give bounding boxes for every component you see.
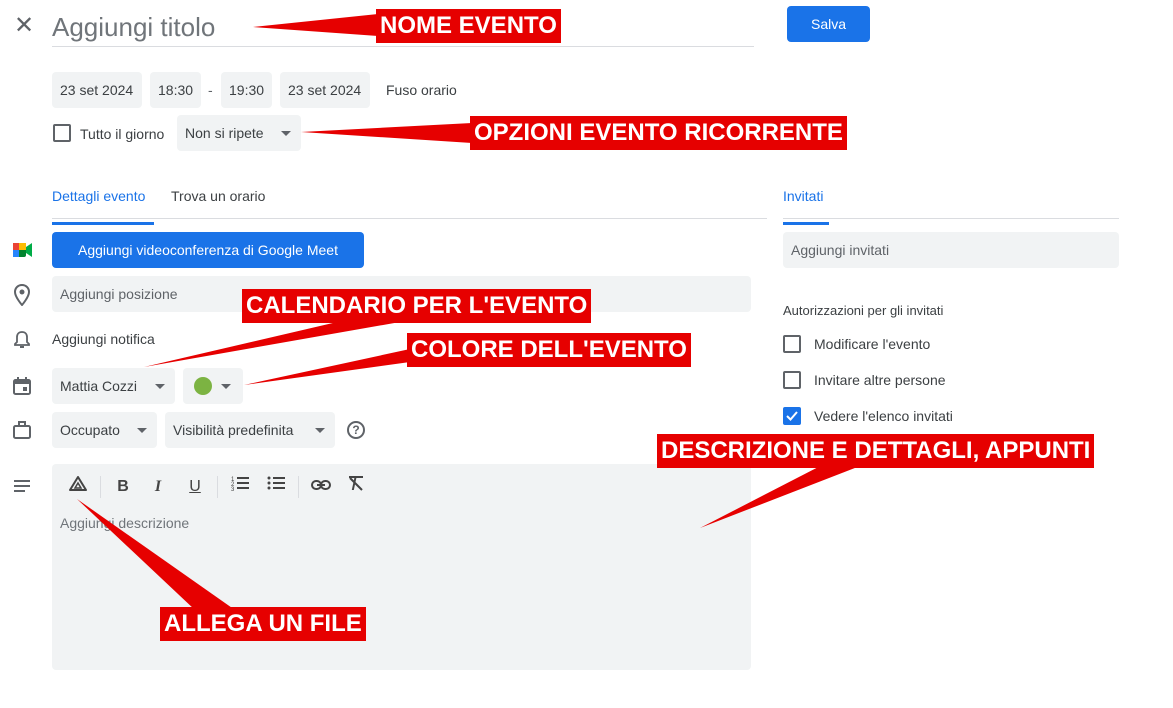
toolbar-divider bbox=[100, 476, 101, 498]
description-placeholder: Aggiungi descrizione bbox=[60, 515, 190, 531]
guest-permissions-title: Autorizzazioni per gli invitati bbox=[783, 303, 944, 318]
checkmark-icon bbox=[786, 411, 798, 421]
visibility-select[interactable]: Visibilità predefinita bbox=[165, 412, 335, 448]
description-lines-icon bbox=[12, 476, 36, 500]
bold-icon[interactable]: B bbox=[111, 475, 135, 499]
annotation-description: DESCRIZIONE E DETTAGLI, APPUNTI bbox=[657, 434, 1095, 468]
visibility-value: Visibilità predefinita bbox=[173, 422, 294, 438]
svg-text:3: 3 bbox=[231, 487, 235, 491]
bell-icon bbox=[12, 330, 36, 354]
clear-format-icon[interactable] bbox=[344, 475, 368, 499]
timezone-button[interactable]: Fuso orario bbox=[378, 72, 465, 108]
all-day-checkbox[interactable] bbox=[53, 124, 71, 142]
repeat-select[interactable]: Non si ripete bbox=[177, 115, 301, 151]
permission-modify-label: Modificare l'evento bbox=[814, 336, 931, 352]
time-separator: - bbox=[208, 82, 213, 98]
annotation-event-name: NOME EVENTO bbox=[376, 9, 561, 43]
chevron-down-icon bbox=[137, 428, 147, 433]
permission-invite-label: Invitare altre persone bbox=[814, 372, 946, 388]
numbered-list-icon[interactable]: 123 bbox=[228, 475, 252, 499]
calendar-value: Mattia Cozzi bbox=[60, 378, 138, 394]
status-value: Occupato bbox=[60, 422, 120, 438]
arrow-color bbox=[244, 349, 410, 385]
annotation-recurring: OPZIONI EVENTO RICORRENTE bbox=[470, 116, 847, 150]
annotation-calendar: CALENDARIO PER L'EVENTO bbox=[242, 289, 592, 323]
chevron-down-icon bbox=[315, 428, 325, 433]
location-pin-icon bbox=[12, 283, 36, 308]
chevron-down-icon bbox=[281, 131, 291, 136]
annotation-color: COLORE DELL'EVENTO bbox=[407, 333, 691, 367]
permission-modify-checkbox[interactable] bbox=[783, 335, 801, 353]
arrow-recurring bbox=[301, 123, 472, 143]
toolbar-divider bbox=[217, 476, 218, 498]
permission-see-list-checkbox[interactable] bbox=[783, 407, 801, 425]
event-color-select[interactable] bbox=[183, 368, 243, 404]
add-google-meet-button[interactable]: Aggiungi videoconferenza di Google Meet bbox=[52, 232, 364, 268]
color-swatch bbox=[194, 377, 212, 395]
all-day-label: Tutto il giorno bbox=[80, 126, 165, 142]
tab-guests[interactable]: Invitati bbox=[783, 188, 829, 225]
add-notification-link[interactable]: Aggiungi notifica bbox=[52, 331, 155, 347]
permission-invite-checkbox[interactable] bbox=[783, 371, 801, 389]
tabs-divider bbox=[52, 218, 767, 219]
briefcase-icon bbox=[12, 420, 36, 444]
chevron-down-icon bbox=[221, 384, 231, 389]
calendar-icon bbox=[12, 376, 36, 400]
annotation-attach: ALLEGA UN FILE bbox=[160, 607, 366, 641]
link-icon[interactable] bbox=[309, 475, 333, 499]
save-button[interactable]: Salva bbox=[787, 6, 870, 42]
description-editor[interactable]: B I U 123 Aggiungi descrizione bbox=[52, 464, 751, 670]
underline-icon[interactable]: U bbox=[183, 475, 207, 499]
status-select[interactable]: Occupato bbox=[52, 412, 157, 448]
drive-attach-icon[interactable] bbox=[66, 475, 90, 499]
guests-divider bbox=[783, 218, 1119, 219]
calendar-select[interactable]: Mattia Cozzi bbox=[52, 368, 175, 404]
permission-see-list-label: Vedere l'elenco invitati bbox=[814, 408, 953, 424]
bulleted-list-icon[interactable] bbox=[264, 475, 288, 499]
repeat-value: Non si ripete bbox=[185, 125, 264, 141]
end-date-chip[interactable]: 23 set 2024 bbox=[280, 72, 370, 108]
italic-icon[interactable]: I bbox=[146, 475, 170, 499]
google-meet-icon bbox=[12, 240, 36, 264]
tab-find-time[interactable]: Trova un orario bbox=[171, 188, 265, 222]
help-icon[interactable]: ? bbox=[347, 421, 365, 439]
chevron-down-icon bbox=[155, 384, 165, 389]
start-date-chip[interactable]: 23 set 2024 bbox=[52, 72, 142, 108]
add-guests-input[interactable]: Aggiungi invitati bbox=[783, 232, 1119, 268]
close-icon[interactable]: ✕ bbox=[10, 12, 38, 40]
tab-event-details[interactable]: Dettagli evento bbox=[52, 188, 154, 225]
start-time-chip[interactable]: 18:30 bbox=[150, 72, 201, 108]
end-time-chip[interactable]: 19:30 bbox=[221, 72, 272, 108]
toolbar-divider bbox=[298, 476, 299, 498]
